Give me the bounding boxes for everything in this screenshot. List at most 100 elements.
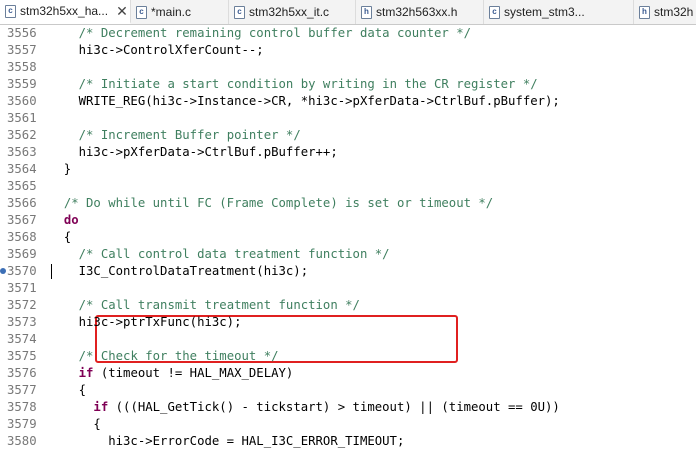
code-comment: /* Check for the timeout */ [78,349,279,363]
code-token: hi3c->ptrTxFunc(hi3c); [49,315,242,329]
tab-label: *main.c [151,5,192,19]
code-line[interactable]: 3571 [0,280,696,297]
line-number: 3579 [7,417,37,431]
tab-label: stm32h563xx.h [376,5,458,19]
code-line[interactable]: 3575 /* Check for the timeout */ [0,348,696,365]
text-cursor [51,264,52,279]
line-number: 3578 [7,400,37,414]
code-line[interactable]: 3577 { [0,382,696,399]
code-text: /* Increment Buffer pointer */ [49,127,301,144]
code-token: I3C_ControlDataTreatment(hi3c); [49,264,309,278]
code-token: hi3c->ErrorCode = HAL_I3C_ERROR_TIMEOUT; [49,434,405,448]
header-file-icon: h [361,5,372,19]
tab-5[interactable]: h stm32h [634,0,696,24]
code-line[interactable]: 3558 [0,59,696,76]
code-comment: /* Increment Buffer pointer */ [78,128,301,142]
code-line[interactable]: 3579 { [0,416,696,433]
code-line[interactable]: 3576 if (timeout != HAL_MAX_DELAY) [0,365,696,382]
code-line[interactable]: 3566 /* Do while until FC (Frame Complet… [0,195,696,212]
code-editor[interactable]: 3556 /* Decrement remaining control buff… [0,25,696,450]
line-number: 3574 [7,332,37,346]
code-text: /* Check for the timeout */ [49,348,279,365]
code-line[interactable]: 3580 hi3c->ErrorCode = HAL_I3C_ERROR_TIM… [0,433,696,450]
code-text: /* Call transmit treatment function */ [49,297,360,314]
line-number: 3567 [7,213,37,227]
code-text: { [49,416,101,433]
code-comment: /* Do while until FC (Frame Complete) is… [63,196,494,210]
tab-4[interactable]: c system_stm3... [484,0,634,24]
line-number: 3563 [7,145,37,159]
code-token: { [49,230,72,244]
code-line[interactable]: 3572 /* Call transmit treatment function… [0,297,696,314]
code-token: { [49,383,87,397]
line-number: 3566 [7,196,37,210]
line-number: 3573 [7,315,37,329]
code-token: hi3c->ControlXferCount--; [49,43,264,57]
code-text: do [49,212,79,229]
code-text: { [49,229,71,246]
tab-label: stm32h [654,5,694,19]
line-number: 3564 [7,162,37,176]
line-number: 3577 [7,383,37,397]
line-number: 3571 [7,281,37,295]
code-token: } [49,162,72,176]
code-line[interactable]: 3559 /* Initiate a start condition by wr… [0,76,696,93]
line-number: 3559 [7,77,37,91]
tab-label: system_stm3... [504,5,585,19]
code-line[interactable]: 3578 if (((HAL_GetTick() - tickstart) > … [0,399,696,416]
code-token: (((HAL_GetTick() - tickstart) > timeout)… [108,400,560,414]
line-number: 3576 [7,366,37,380]
code-token: { [49,417,101,431]
line-number: 3565 [7,179,37,193]
code-line[interactable]: 3556 /* Decrement remaining control buff… [0,25,696,42]
line-number: 3580 [7,434,37,448]
code-text: { [49,382,86,399]
code-line[interactable]: 3565 [0,178,696,195]
line-number: 3562 [7,128,37,142]
code-line[interactable]: 3567 do [0,212,696,229]
c-file-icon: c [489,5,500,19]
tab-2[interactable]: c stm32h5xx_it.c [229,0,356,24]
code-text: hi3c->ErrorCode = HAL_I3C_ERROR_TIMEOUT; [49,433,404,450]
code-line[interactable]: 3573 hi3c->ptrTxFunc(hi3c); [0,314,696,331]
editor-tab-bar: c stm32h5xx_ha... ✕ c *main.c c stm32h5xx_it.c… [0,0,696,25]
tab-1[interactable]: c *main.c [131,0,229,24]
code-text: /* Decrement remaining control buffer da… [49,25,471,42]
code-line[interactable]: 3562 /* Increment Buffer pointer */ [0,127,696,144]
line-number: 3561 [7,111,37,125]
code-line[interactable]: 3561 [0,110,696,127]
c-file-icon: c [234,5,245,19]
code-line[interactable]: 3570 I3C_ControlDataTreatment(hi3c); [0,263,696,280]
breakpoint-marker-icon[interactable] [0,268,6,274]
code-text: I3C_ControlDataTreatment(hi3c); [49,263,309,280]
code-token: hi3c->pXferData->CtrlBuf.pBuffer++; [49,145,338,159]
code-comment: /* Call transmit treatment function */ [78,298,360,312]
code-keyword: do [63,213,79,227]
tab-0[interactable]: c stm32h5xx_ha... ✕ [0,0,131,24]
line-number: 3557 [7,43,37,57]
tab-3[interactable]: h stm32h563xx.h [356,0,484,24]
code-line[interactable]: 3563 hi3c->pXferData->CtrlBuf.pBuffer++; [0,144,696,161]
code-text: hi3c->ptrTxFunc(hi3c); [49,314,242,331]
code-text: WRITE_REG(hi3c->Instance->CR, *hi3c->pXf… [49,93,560,110]
close-icon[interactable]: ✕ [116,4,128,18]
code-line[interactable]: 3568 { [0,229,696,246]
tab-label: stm32h5xx_it.c [249,5,330,19]
c-file-icon: c [136,5,147,19]
code-line[interactable]: 3569 /* Call control data treatment func… [0,246,696,263]
code-line[interactable]: 3574 [0,331,696,348]
code-text: hi3c->pXferData->CtrlBuf.pBuffer++; [49,144,338,161]
tab-label: stm32h5xx_ha... [20,4,109,18]
code-line[interactable]: 3560 WRITE_REG(hi3c->Instance->CR, *hi3c… [0,93,696,110]
code-line[interactable]: 3557 hi3c->ControlXferCount--; [0,42,696,59]
code-line[interactable]: 3564 } [0,161,696,178]
code-text: /* Do while until FC (Frame Complete) is… [49,195,493,212]
